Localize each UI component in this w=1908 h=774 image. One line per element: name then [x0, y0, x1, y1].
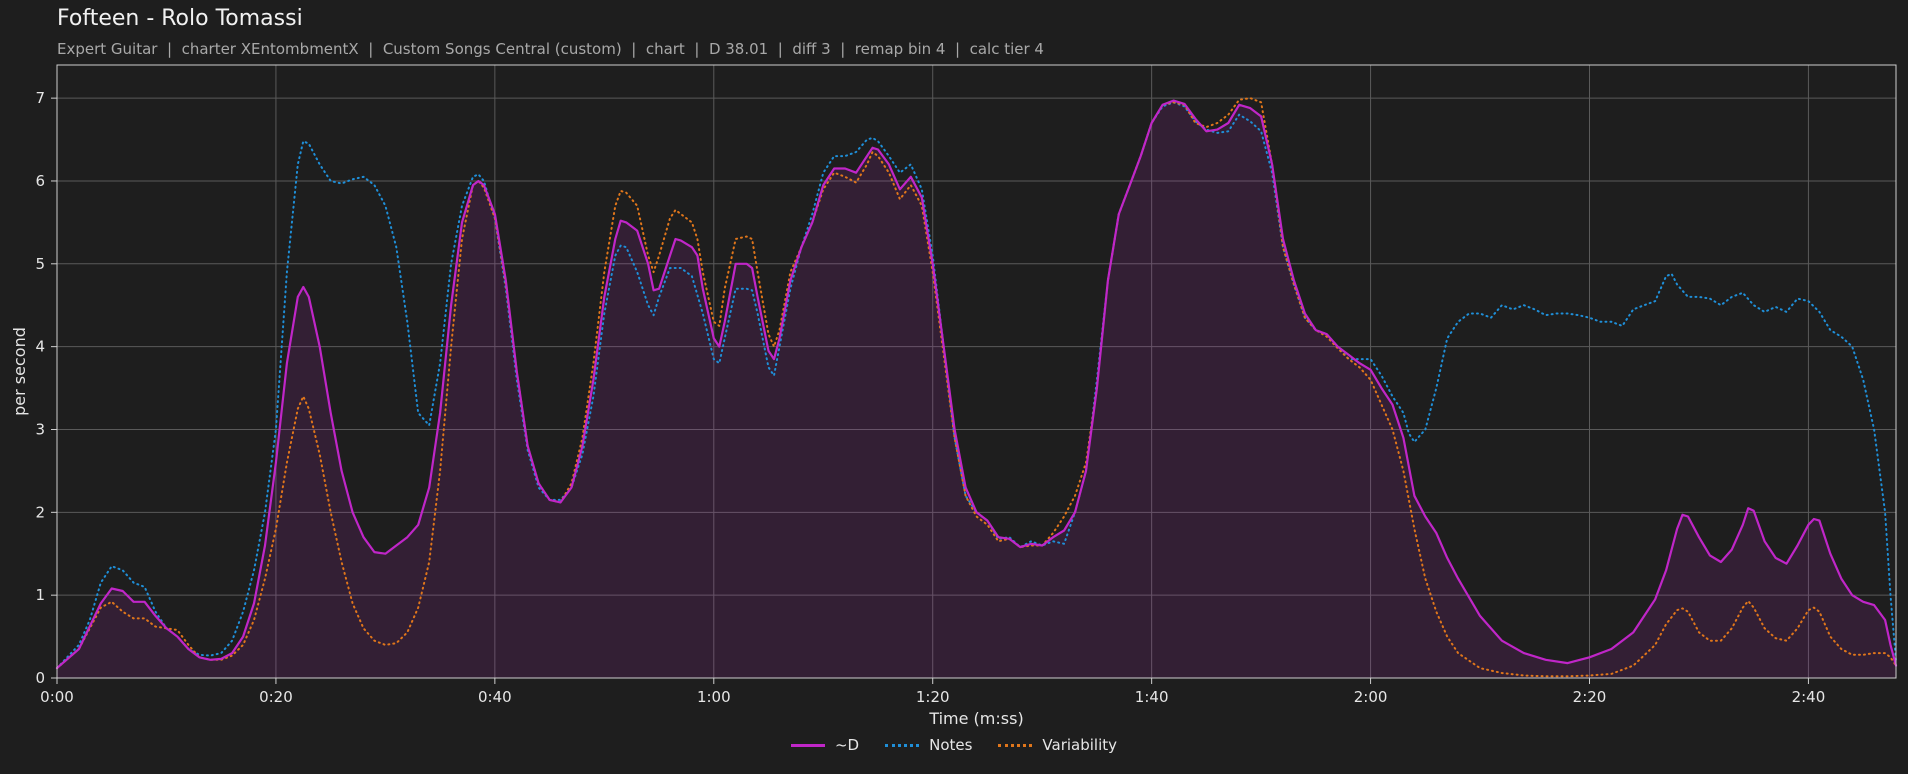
legend: ~D Notes Variability [0, 736, 1908, 754]
x-axis-label: Time (m:ss) [928, 709, 1023, 728]
x-tick-label: 2:00 [1354, 688, 1388, 706]
legend-item-d: ~D [790, 736, 860, 754]
y-tick-label: 6 [35, 172, 45, 190]
legend-item-notes: Notes [885, 736, 972, 754]
legend-swatch [790, 743, 825, 747]
y-tick-label: 1 [35, 586, 45, 604]
y-tick-label: 7 [35, 89, 45, 107]
x-tick-label: 1:20 [916, 688, 950, 706]
series-area-d [57, 100, 1896, 679]
legend-label: Notes [929, 736, 973, 754]
legend-swatch [998, 743, 1033, 747]
x-tick-label: 0:20 [259, 688, 293, 706]
legend-swatch [885, 743, 920, 747]
line-chart: 0:00 0:20 0:40 1:00 1:20 1:40 2:00 2:20 2:40 0 1 2… [10, 64, 1898, 728]
legend-label: ~D [834, 736, 860, 754]
y-axis-label: per second [10, 327, 29, 416]
y-axis-ticks: 0 1 2 3 4 5 6 7 [35, 89, 57, 687]
y-tick-label: 2 [35, 503, 45, 521]
x-tick-label: 2:40 [1792, 688, 1826, 706]
y-tick-label: 0 [35, 669, 45, 687]
legend-label: Variability [1042, 736, 1118, 754]
y-tick-label: 3 [35, 420, 45, 438]
y-tick-label: 4 [35, 338, 45, 356]
x-tick-label: 0:00 [40, 688, 74, 706]
series-fills [57, 100, 1896, 679]
legend-item-variability: Variability [998, 736, 1117, 754]
x-tick-label: 1:40 [1135, 688, 1169, 706]
x-tick-label: 2:20 [1573, 688, 1607, 706]
x-tick-label: 1:00 [697, 688, 731, 706]
x-tick-label: 0:40 [478, 688, 512, 706]
x-axis-ticks: 0:00 0:20 0:40 1:00 1:20 1:40 2:00 2:20 2:40 [40, 678, 1825, 706]
y-tick-label: 5 [35, 255, 45, 273]
